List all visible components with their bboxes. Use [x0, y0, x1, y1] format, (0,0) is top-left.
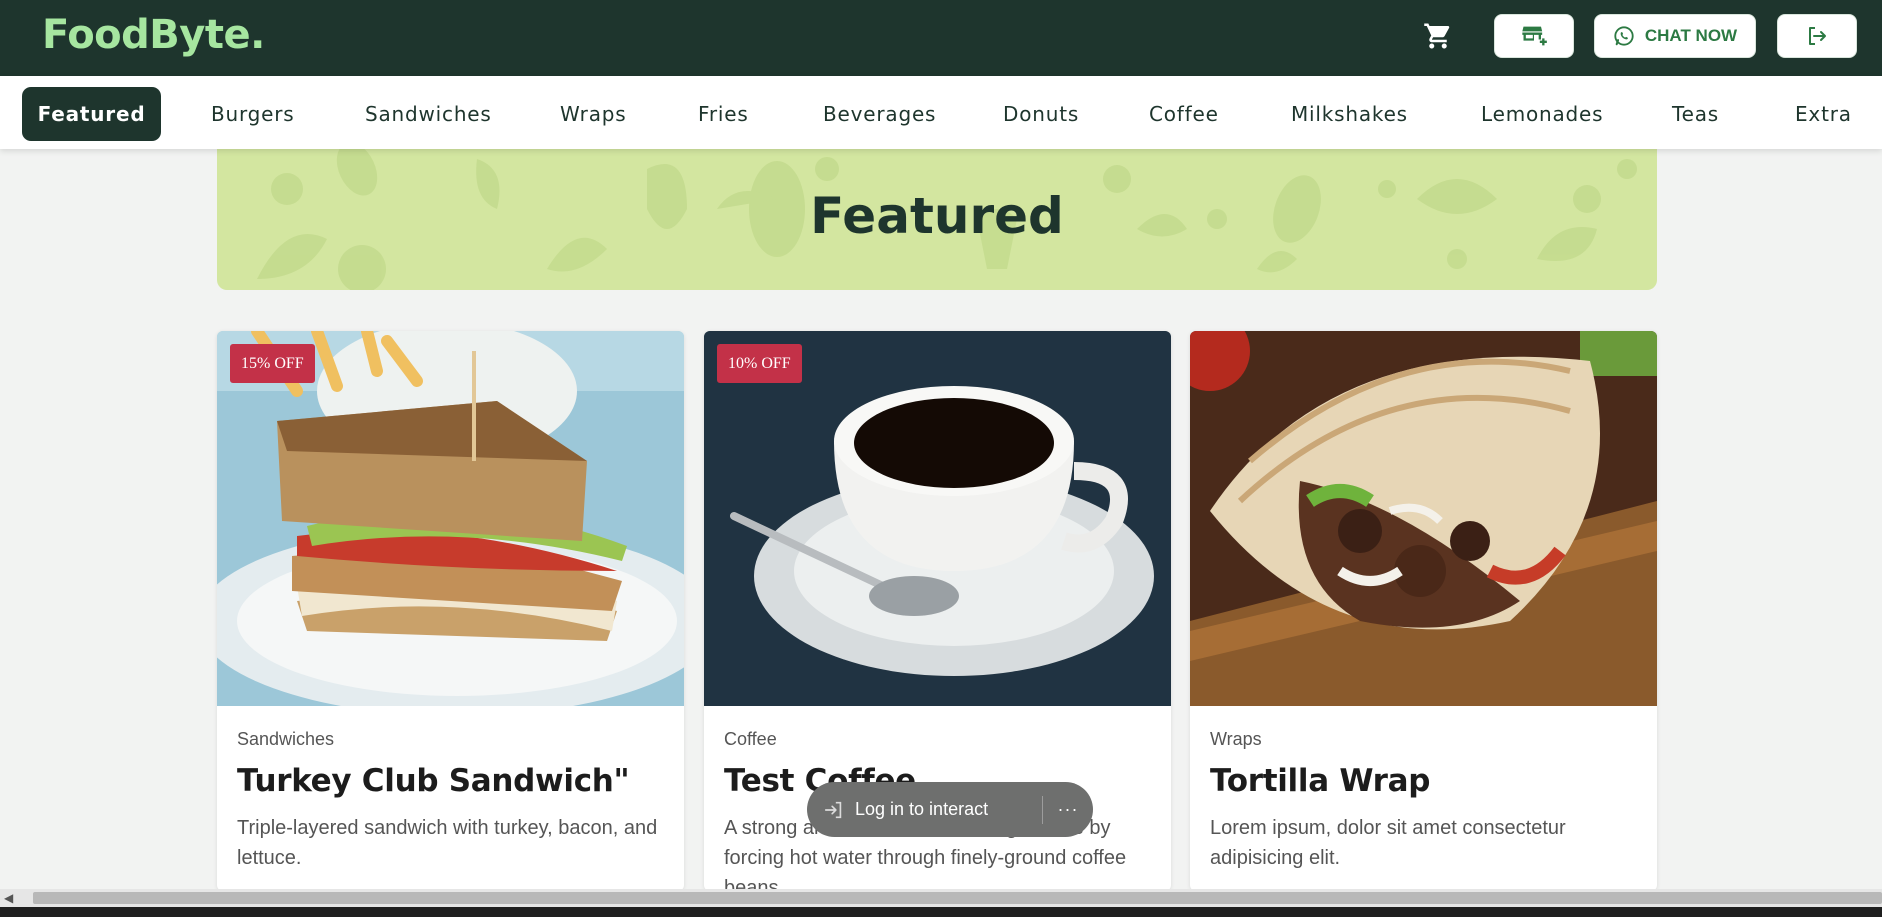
- chat-now-label: CHAT NOW: [1644, 26, 1738, 45]
- category-tab-teas[interactable]: Teas: [1650, 87, 1741, 141]
- category-tab-donuts[interactable]: Donuts: [981, 87, 1101, 141]
- login-label: Log in to interact: [855, 799, 989, 819]
- chat-now-button[interactable]: CHAT NOW: [1594, 14, 1756, 58]
- category-tab-lemonades[interactable]: Lemonades: [1459, 87, 1625, 141]
- featured-banner: Featured: [217, 149, 1657, 290]
- discount-badge: 10% OFF: [717, 344, 802, 383]
- category-tab-sandwiches[interactable]: Sandwiches: [343, 87, 514, 141]
- more-options-button[interactable]: ···: [1043, 799, 1093, 820]
- category-tab-fries[interactable]: Fries: [676, 87, 771, 141]
- product-category: Wraps: [1210, 729, 1262, 749]
- horizontal-scrollbar[interactable]: ◀: [0, 889, 1882, 907]
- product-title[interactable]: Turkey Club Sandwich": [237, 763, 630, 799]
- brand-logo[interactable]: FoodByte.: [42, 12, 265, 58]
- scrollbar-thumb[interactable]: [33, 892, 1882, 904]
- product-description: Triple-layered sandwich with turkey, bac…: [237, 817, 658, 869]
- cart-button[interactable]: [1420, 18, 1456, 54]
- section-title: Featured: [810, 187, 1064, 245]
- category-nav: Featured Burgers Sandwiches Wraps Fries …: [0, 76, 1882, 149]
- add-store-button[interactable]: [1494, 14, 1574, 58]
- category-tab-wraps[interactable]: Wraps: [538, 87, 648, 141]
- product-category: Coffee: [724, 729, 777, 749]
- product-card[interactable]: 15% OFF Sandwiches Turkey Club Sandwich"…: [217, 331, 684, 891]
- product-image-sandwich: [217, 331, 684, 706]
- logout-button[interactable]: [1777, 14, 1857, 58]
- whatsapp-icon: [1614, 26, 1634, 46]
- taskbar-strip: [0, 907, 1882, 917]
- scroll-left-arrow-icon[interactable]: ◀: [4, 891, 13, 905]
- product-image-coffee: [704, 331, 1171, 706]
- add-store-icon: [1522, 26, 1547, 46]
- product-title[interactable]: Tortilla Wrap: [1210, 763, 1430, 799]
- cart-icon: [1424, 23, 1450, 49]
- category-tab-burgers[interactable]: Burgers: [189, 87, 317, 141]
- product-image-wrap: [1190, 331, 1657, 706]
- top-header: FoodByte. CHAT NOW: [0, 0, 1882, 76]
- product-category: Sandwiches: [237, 729, 335, 749]
- product-card[interactable]: Wraps Tortilla Wrap Lorem ipsum, dolor s…: [1190, 331, 1657, 891]
- discount-badge: 15% OFF: [230, 344, 315, 383]
- product-description: Lorem ipsum, dolor sit amet consectetur …: [1210, 817, 1566, 869]
- login-to-interact-prompt[interactable]: Log in to interact ···: [807, 782, 1093, 837]
- category-tab-milkshakes[interactable]: Milkshakes: [1269, 87, 1430, 141]
- category-tab-coffee[interactable]: Coffee: [1127, 87, 1241, 141]
- category-tab-featured[interactable]: Featured: [22, 87, 161, 141]
- logout-icon: [1809, 27, 1826, 45]
- category-tab-extra[interactable]: Extra: [1773, 87, 1874, 141]
- login-button[interactable]: Log in to interact: [807, 799, 1042, 821]
- login-icon: [824, 801, 842, 818]
- category-tab-beverages[interactable]: Beverages: [801, 87, 958, 141]
